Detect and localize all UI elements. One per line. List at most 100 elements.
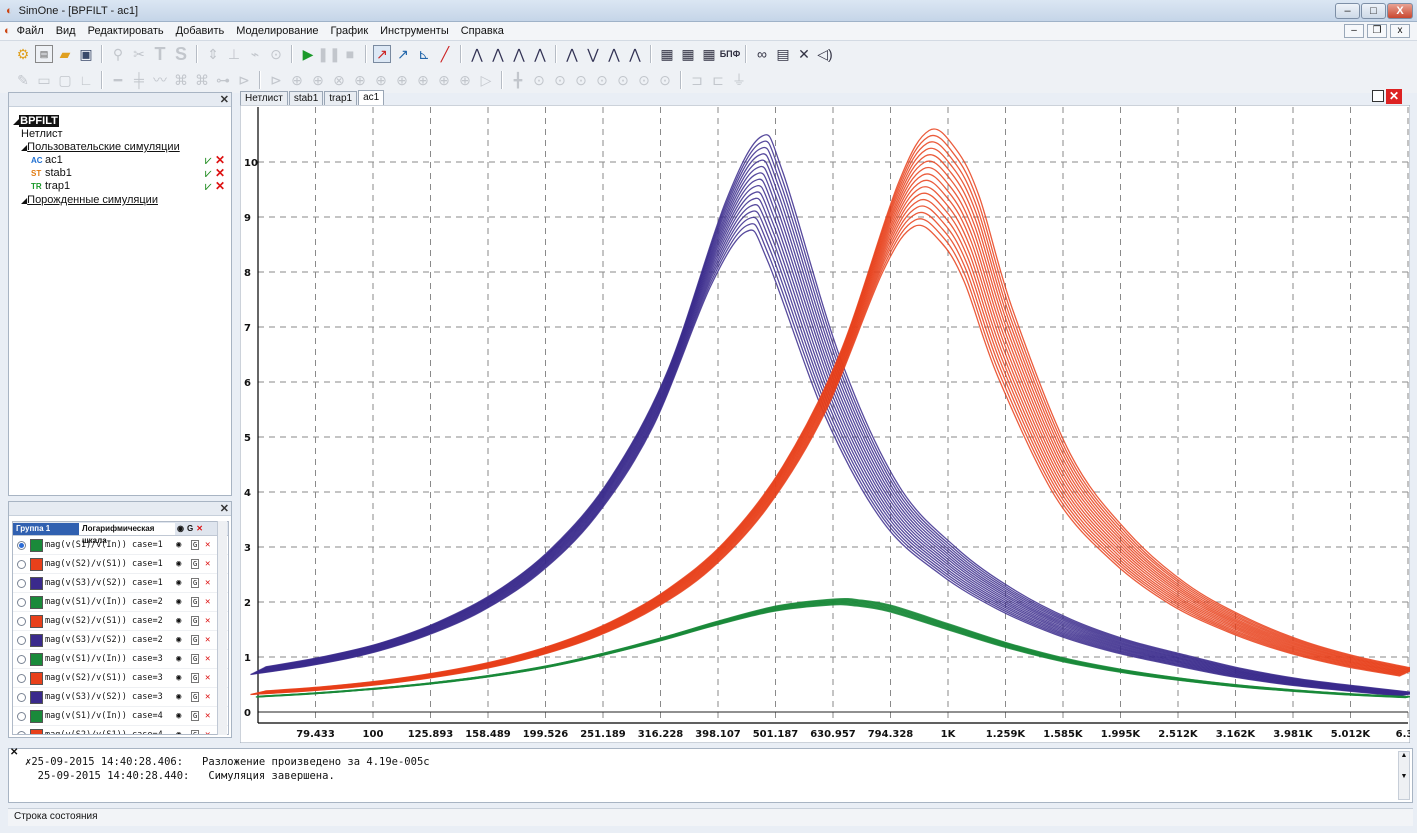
trace-radio[interactable] xyxy=(17,654,26,664)
spice-icon[interactable]: ▤ xyxy=(35,45,53,63)
probe-g-icon[interactable]: ⊙ xyxy=(656,71,674,89)
g-button[interactable]: G xyxy=(191,559,200,569)
coil-icon[interactable]: 〰 xyxy=(151,71,169,89)
menu-view[interactable]: Вид xyxy=(50,25,82,37)
tab-netlist[interactable]: Нетлист xyxy=(240,91,288,105)
tab-ac1[interactable]: ac1 xyxy=(358,90,385,105)
run-icon[interactable]: ▶ xyxy=(299,45,317,63)
trace-radio[interactable] xyxy=(17,711,26,721)
log-scale-toggle[interactable]: Логарифмическая шкала xyxy=(79,522,175,545)
eye-icon[interactable]: ◉ xyxy=(177,524,184,533)
plot-b-icon[interactable]: ⋀ xyxy=(489,45,507,63)
capacitor-icon[interactable]: ╪ xyxy=(130,71,148,89)
port-in-icon[interactable]: ⊐ xyxy=(688,71,706,89)
menu-simulation[interactable]: Моделирование xyxy=(230,25,324,37)
eye-icon[interactable]: ◉ xyxy=(176,597,181,607)
menu-help[interactable]: Справка xyxy=(455,25,510,37)
trace-color-swatch[interactable] xyxy=(30,614,43,628)
menu-file[interactable]: Файл xyxy=(11,25,50,37)
transformer-icon[interactable]: ⌘ xyxy=(172,71,190,89)
eye-icon[interactable]: ◉ xyxy=(176,711,181,721)
pause-icon[interactable]: ❚❚ xyxy=(317,45,340,63)
delete-icon[interactable]: ✕ xyxy=(205,597,210,607)
plot-area[interactable]: 0 1 2 3 4 5 6 7 8 9 10 79.433 100 125.893 158.489 199.… xyxy=(240,105,1410,743)
peak-b-icon[interactable]: ⋁ xyxy=(584,45,602,63)
log-scrollbar[interactable]: ▲ ▼ xyxy=(1398,751,1410,800)
probe-a-icon[interactable]: ⊙ xyxy=(530,71,548,89)
peak-d-icon[interactable]: ⋀ xyxy=(626,45,644,63)
node-icon[interactable]: ╋ xyxy=(509,71,527,89)
delete-icon[interactable]: ✕ xyxy=(205,635,210,645)
derived-sims-node[interactable]: ◢Порожденные симуляции xyxy=(13,194,231,207)
source-d-icon[interactable]: ⊗ xyxy=(330,71,348,89)
cut-icon[interactable]: ✂ xyxy=(130,45,148,63)
tab-stab1[interactable]: stab1 xyxy=(288,91,324,105)
source-h-icon[interactable]: ⊕ xyxy=(414,71,432,89)
source-j-icon[interactable]: ⊕ xyxy=(456,71,474,89)
menu-tools[interactable]: Инструменты xyxy=(374,25,455,37)
source-e-icon[interactable]: ⊕ xyxy=(351,71,369,89)
source-f-icon[interactable]: ⊕ xyxy=(372,71,390,89)
trace-row[interactable]: mag(v(S3)/v(S2)) case=1 ◉ G ✕ xyxy=(13,574,228,593)
cursor-line-icon[interactable]: ╱ xyxy=(436,45,454,63)
trace-radio[interactable] xyxy=(17,692,26,702)
graph-add-icon[interactable]: ↗ xyxy=(394,45,412,63)
amp-icon[interactable]: ▷ xyxy=(477,71,495,89)
probe-c-icon[interactable]: ⊙ xyxy=(572,71,590,89)
table-b-icon[interactable]: ▦ xyxy=(679,45,697,63)
delete-icon[interactable]: ✕ xyxy=(205,616,210,626)
graph-axis-icon[interactable]: ⊾ xyxy=(415,45,433,63)
plot-d-icon[interactable]: ⋀ xyxy=(531,45,549,63)
g-button[interactable]: G xyxy=(191,578,200,588)
sim-item-stab1[interactable]: ST stab1 ⩗ ✕ xyxy=(13,167,231,180)
table-c-icon[interactable]: ▦ xyxy=(700,45,718,63)
netlist-item[interactable]: Нетлист xyxy=(13,128,231,141)
delete-icon[interactable]: ✕ xyxy=(205,559,210,569)
save-icon[interactable]: ▣ xyxy=(77,45,95,63)
delete-icon[interactable]: ✕ xyxy=(196,524,203,533)
inductor-icon[interactable]: ⌁ xyxy=(246,45,264,63)
trace-row[interactable]: mag(v(S3)/v(S2)) case=3 ◉ G ✕ xyxy=(13,688,228,707)
trace-row[interactable]: mag(v(S2)/v(S1)) case=3 ◉ G ✕ xyxy=(13,669,228,688)
trace-row[interactable]: mag(v(S2)/v(S1)) case=2 ◉ G ✕ xyxy=(13,612,228,631)
trace-color-swatch[interactable] xyxy=(30,595,43,609)
mdi-restore-button[interactable]: ❐ xyxy=(1367,24,1387,38)
trace-radio[interactable] xyxy=(17,559,26,569)
trace-color-swatch[interactable] xyxy=(30,576,43,590)
align-icon[interactable]: ⇕ xyxy=(204,45,222,63)
trace-row[interactable]: mag(v(S1)/v(In)) case=2 ◉ G ✕ xyxy=(13,593,228,612)
style-icon[interactable]: S xyxy=(172,44,190,64)
sound-icon[interactable]: ◁) xyxy=(816,45,834,63)
coupling-icon[interactable]: ⌘ xyxy=(193,71,211,89)
sim-item-ac1[interactable]: AC ac1 ⩗ ✕ xyxy=(13,154,231,167)
trace-row[interactable]: mag(v(S1)/v(In)) case=1 ◉ G ✕ xyxy=(13,536,228,555)
zoom-icon[interactable]: ⚲ xyxy=(109,45,127,63)
trace-radio[interactable] xyxy=(17,578,26,588)
eye-icon[interactable]: ◉ xyxy=(176,559,181,569)
plot-c-icon[interactable]: ⋀ xyxy=(510,45,528,63)
eye-icon[interactable]: ◉ xyxy=(176,578,181,588)
ground-icon[interactable]: ⊥ xyxy=(225,45,243,63)
probe-e-icon[interactable]: ⊙ xyxy=(614,71,632,89)
eye-icon[interactable]: ◉ xyxy=(176,692,181,702)
box-icon[interactable]: ▢ xyxy=(56,71,74,89)
menu-graph[interactable]: График xyxy=(325,25,375,37)
fft-icon[interactable]: БПФ xyxy=(720,45,741,63)
eye-icon[interactable]: ◉ xyxy=(176,654,181,664)
g-button[interactable]: G xyxy=(191,654,200,664)
graph-icon[interactable]: ↗ xyxy=(373,45,391,63)
user-sims-node[interactable]: ◢Пользовательские симуляции xyxy=(13,141,231,154)
project-root[interactable]: ◢BPFILT xyxy=(13,115,231,128)
gnd-icon[interactable]: ⏚ xyxy=(730,71,748,89)
tools-icon[interactable]: ✕ xyxy=(795,45,813,63)
trace-row[interactable]: mag(v(S3)/v(S2)) case=2 ◉ G ✕ xyxy=(13,631,228,650)
trace-radio[interactable] xyxy=(17,730,26,734)
probe-b-icon[interactable]: ⊙ xyxy=(551,71,569,89)
trace-row[interactable]: mag(v(S1)/v(In)) case=3 ◉ G ✕ xyxy=(13,650,228,669)
trace-radio[interactable] xyxy=(17,597,26,607)
trace-row[interactable]: mag(v(S1)/v(In)) case=4 ◉ G ✕ xyxy=(13,707,228,726)
trace-color-swatch[interactable] xyxy=(30,633,43,647)
peak-a-icon[interactable]: ⋀ xyxy=(563,45,581,63)
eye-icon[interactable]: ◉ xyxy=(176,616,181,626)
eye-icon[interactable]: ◉ xyxy=(176,730,181,734)
